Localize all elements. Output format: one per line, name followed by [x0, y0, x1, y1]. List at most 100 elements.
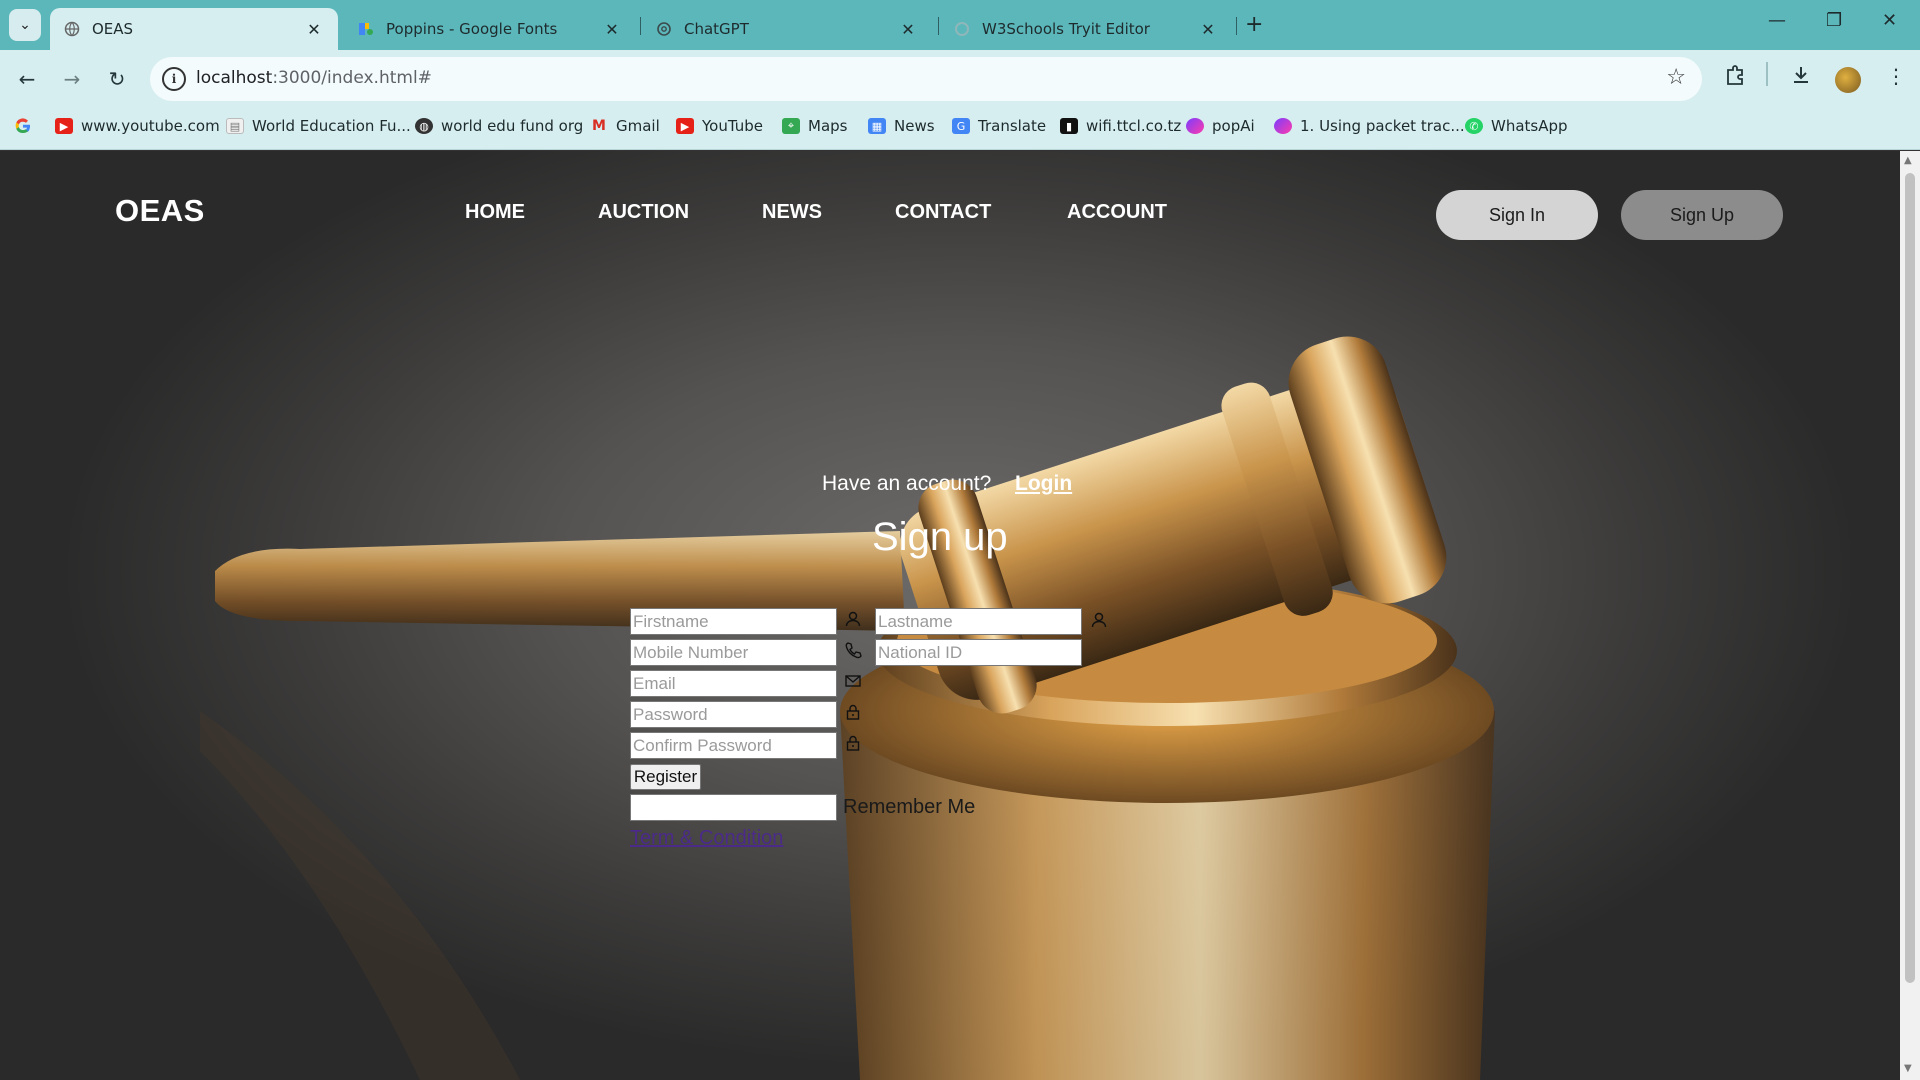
profile-avatar[interactable] [1835, 67, 1861, 93]
tab-w3schools[interactable]: W3Schools Tryit Editor ✕ [940, 8, 1232, 50]
page-scrollbar[interactable]: ▲ ▼ [1900, 151, 1920, 1080]
url-text[interactable]: localhost:3000/index.html# [196, 68, 432, 88]
have-account-text: Have an account? [822, 472, 992, 495]
page-viewport: OEAS HOME AUCTION NEWS CONTACT ACCOUNT S… [0, 151, 1900, 1080]
nav-auction[interactable]: AUCTION [598, 201, 689, 224]
remember-me-checkbox[interactable] [630, 794, 837, 821]
tab-title: OEAS [92, 20, 134, 38]
user-icon [1091, 612, 1107, 628]
bookmark-label: World Education Fu... [252, 117, 411, 135]
register-button[interactable]: Register [630, 764, 701, 790]
site-logo[interactable]: OEAS [115, 193, 205, 229]
close-tab-icon[interactable]: ✕ [898, 20, 918, 39]
youtube-icon: ▶ [55, 118, 73, 134]
lastname-input[interactable] [875, 608, 1082, 635]
nav-contact[interactable]: CONTACT [895, 201, 991, 224]
extensions-icon[interactable] [1724, 64, 1746, 91]
bookmark-item[interactable]: ▮ wifi.ttcl.co.tz [1060, 117, 1181, 135]
national-id-input[interactable] [875, 639, 1082, 666]
wifi-icon: ▮ [1060, 118, 1078, 134]
close-tab-icon[interactable]: ✕ [1198, 20, 1218, 39]
bookmark-item[interactable]: 1. Using packet trac... [1274, 117, 1465, 135]
restore-icon[interactable]: ❐ [1826, 10, 1842, 31]
bookmark-item[interactable]: G Translate [952, 117, 1046, 135]
popai-icon [1274, 118, 1292, 134]
menu-kebab-icon[interactable]: ⋮ [1886, 64, 1906, 88]
bookmark-item[interactable]: ▦ News [868, 117, 935, 135]
site-info-icon[interactable]: i [162, 67, 186, 91]
tab-oeas[interactable]: OEAS ✕ [50, 8, 338, 50]
bookmark-item[interactable]: ▤ World Education Fu... [226, 117, 411, 135]
password-input[interactable] [630, 701, 837, 728]
bookmark-item[interactable]: popAi [1186, 117, 1255, 135]
loading-icon [954, 21, 970, 37]
back-icon[interactable]: ← [10, 62, 44, 96]
terms-link[interactable]: Term & Condition [630, 827, 783, 850]
bookmark-label: News [894, 117, 935, 135]
bookmark-label: wifi.ttcl.co.tz [1086, 117, 1182, 135]
close-tab-icon[interactable]: ✕ [304, 20, 324, 39]
globe-icon [64, 21, 80, 37]
envelope-icon [845, 675, 861, 687]
bookmark-star-icon[interactable]: ☆ [1666, 65, 1686, 90]
close-tab-icon[interactable]: ✕ [602, 20, 622, 39]
youtube-icon: ▶ [676, 118, 694, 134]
bookmark-item[interactable]: ▶ YouTube [676, 117, 763, 135]
scroll-up-icon[interactable]: ▲ [1904, 155, 1912, 166]
bookmark-label: Gmail [616, 117, 660, 135]
firstname-input[interactable] [630, 608, 837, 635]
bookmark-item[interactable]: M Gmail [590, 117, 660, 135]
bookmarks-bar: ▶ www.youtube.com ▤ World Education Fu..… [0, 108, 1920, 150]
forward-icon[interactable]: → [55, 62, 89, 96]
translate-icon: G [952, 118, 970, 134]
bookmark-label: popAi [1212, 117, 1255, 135]
bookmark-label: YouTube [702, 117, 763, 135]
bookmark-label: Translate [978, 117, 1047, 135]
globe-icon: ◍ [415, 118, 433, 134]
user-icon [845, 611, 861, 627]
nav-news[interactable]: NEWS [762, 201, 822, 224]
scrollbar-thumb[interactable] [1905, 173, 1915, 983]
sign-up-button[interactable]: Sign Up [1621, 190, 1783, 240]
remember-me-label: Remember Me [843, 796, 976, 818]
login-link[interactable]: Login [1015, 472, 1072, 496]
lock-icon [846, 704, 860, 720]
email-input[interactable] [630, 670, 837, 697]
download-icon[interactable] [1790, 64, 1812, 91]
bookmark-item[interactable]: ▶ www.youtube.com [55, 117, 220, 135]
sign-in-button[interactable]: Sign In [1436, 190, 1598, 240]
scroll-down-icon[interactable]: ▼ [1904, 1063, 1912, 1074]
whatsapp-icon: ✆ [1465, 118, 1483, 134]
page-icon: ▤ [226, 118, 244, 134]
new-tab-icon[interactable]: + [1245, 12, 1263, 37]
google-fonts-icon [358, 21, 374, 37]
minimize-icon[interactable]: — [1768, 10, 1786, 31]
nav-account[interactable]: ACCOUNT [1067, 201, 1167, 224]
bookmark-item[interactable]: ◍ world edu fund org [415, 117, 583, 135]
address-bar[interactable]: i localhost:3000/index.html# ☆ [150, 57, 1702, 101]
reload-icon[interactable]: ↻ [100, 62, 134, 96]
tab-title: Poppins - Google Fonts [386, 20, 558, 38]
bookmark-item[interactable]: ⌖ Maps [782, 117, 847, 135]
mobile-number-input[interactable] [630, 639, 837, 666]
news-icon: ▦ [868, 118, 886, 134]
bookmark-item[interactable]: ✆ WhatsApp [1465, 117, 1568, 135]
tab-search-chevron-icon[interactable]: ⌄ [9, 9, 41, 41]
close-window-icon[interactable]: ✕ [1882, 10, 1897, 31]
toolbar-divider [1766, 62, 1768, 86]
popai-icon [1186, 118, 1204, 134]
bookmark-label: WhatsApp [1491, 117, 1568, 135]
browser-toolbar: ← → ↻ i localhost:3000/index.html# ☆ ⋮ [0, 50, 1920, 108]
maps-icon: ⌖ [782, 118, 800, 134]
tab-poppins[interactable]: Poppins - Google Fonts ✕ [344, 8, 636, 50]
confirm-password-input[interactable] [630, 732, 837, 759]
page-title: Sign up [872, 515, 1008, 559]
tab-title: ChatGPT [684, 20, 749, 38]
lock-icon [846, 735, 860, 751]
nav-home[interactable]: HOME [465, 201, 525, 224]
tab-chatgpt[interactable]: ChatGPT ✕ [642, 8, 932, 50]
bookmark-label: world edu fund org [441, 117, 584, 135]
bookmark-label: Maps [808, 117, 848, 135]
google-icon[interactable] [14, 117, 32, 135]
bookmark-label: www.youtube.com [81, 117, 220, 135]
